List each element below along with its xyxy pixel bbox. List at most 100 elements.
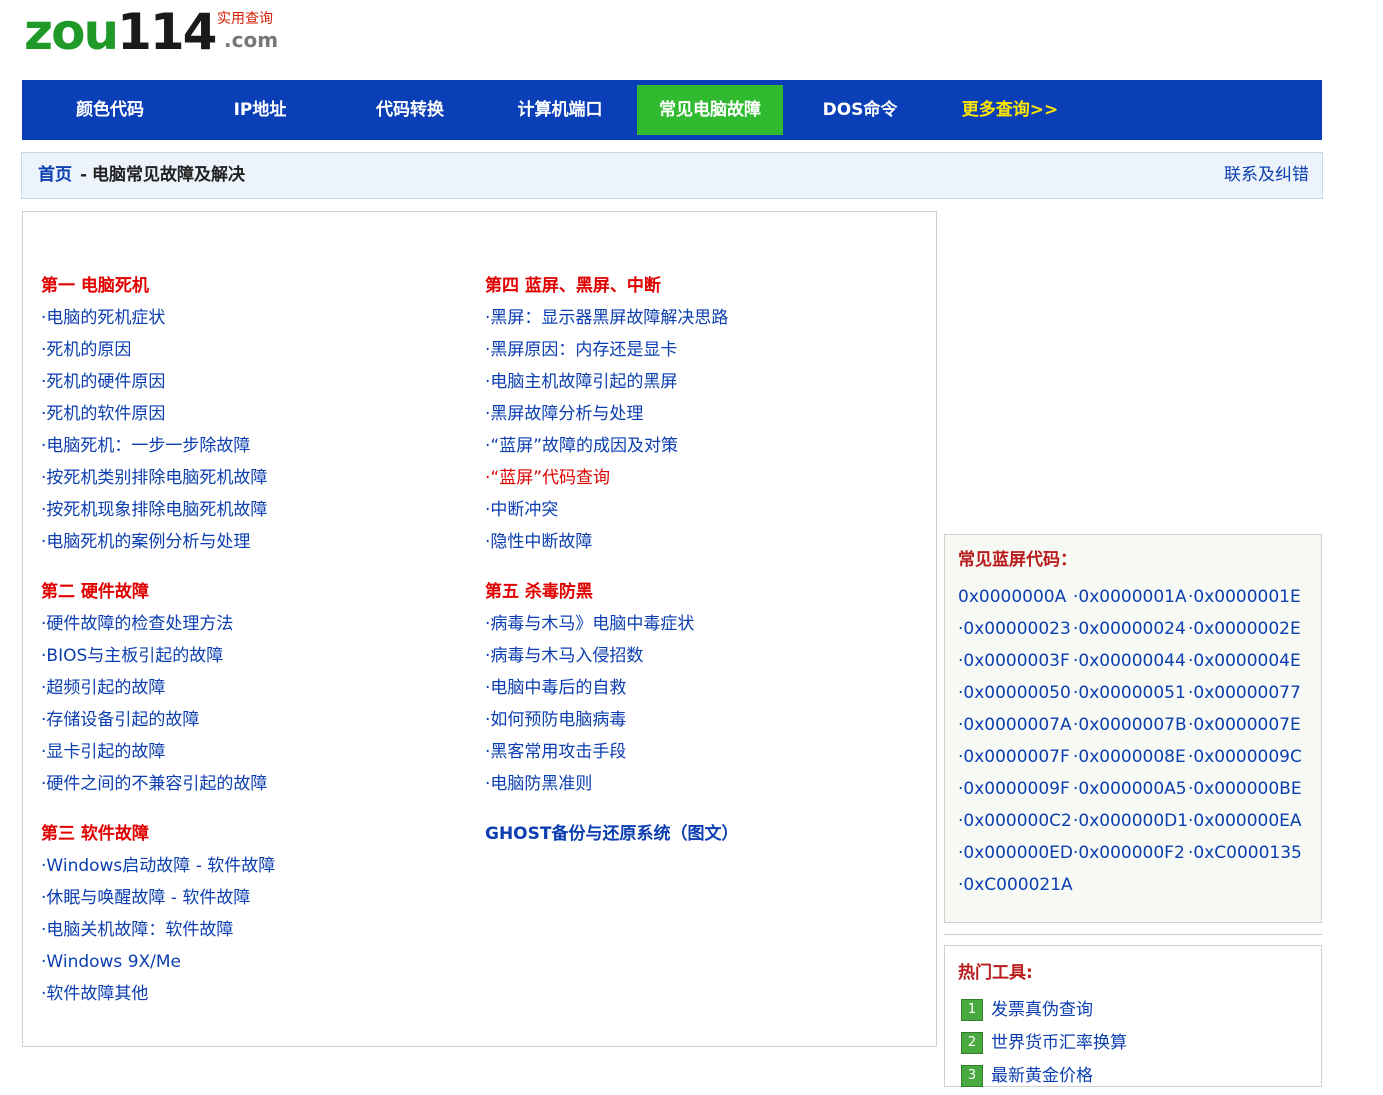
bluescreen-code-link[interactable]: ·0x0000001E (1188, 583, 1303, 615)
bluescreen-code-link[interactable]: ·0x00000077 (1188, 679, 1303, 711)
article-link[interactable]: ·病毒与木马入侵招数 (485, 642, 738, 674)
article-link[interactable]: ·电脑的死机症状 (41, 304, 275, 336)
bluescreen-codes-panel: 常见蓝屏代码： 0x0000000A ·0x0000001A ·0x0000001E… (944, 534, 1322, 923)
breadcrumb-current: 电脑常见故障及解决 (92, 165, 245, 185)
bluescreen-code-link[interactable]: ·0x0000007B (1073, 711, 1188, 743)
article-link[interactable]: ·BIOS与主板引起的故障 (41, 642, 275, 674)
article-link[interactable]: ·电脑死机：一步一步除故障 (41, 432, 275, 464)
bluescreen-code-link[interactable]: ·0x000000F2 (1073, 839, 1188, 871)
article-link[interactable]: ·硬件故障的检查处理方法 (41, 610, 275, 642)
nav-item-code-convert[interactable]: 代码转换 (337, 85, 483, 135)
article-link[interactable]: ·如何预防电脑病毒 (485, 706, 738, 738)
bluescreen-code-link[interactable]: ·0x00000024 (1073, 615, 1188, 647)
bluescreen-code-link[interactable]: ·0x00000044 (1073, 647, 1188, 679)
logo-part2: 114 (117, 3, 217, 61)
bluescreen-code-link[interactable]: ·0x000000C2 (958, 807, 1073, 839)
hot-tool-label: 世界货币汇率换算 (991, 1033, 1127, 1053)
section-title[interactable]: 第五 杀毒防黑 (485, 578, 738, 610)
section-title[interactable]: 第一 电脑死机 (41, 272, 275, 304)
article-link[interactable]: ·死机的原因 (41, 336, 275, 368)
article-link[interactable]: ·Windows启动故障 - 软件故障 (41, 852, 275, 884)
article-link[interactable]: ·显卡引起的故障 (41, 738, 275, 770)
divider (944, 934, 1322, 935)
bluescreen-code-link[interactable]: ·0x000000EA (1188, 807, 1303, 839)
bluescreen-code-link[interactable]: ·0x0000009F (958, 775, 1073, 807)
hot-tools-title: 热门工具: (958, 963, 1033, 983)
article-link[interactable]: ·Windows 9X/Me (41, 948, 275, 980)
bluescreen-code-link[interactable]: ·0x0000003F (958, 647, 1073, 679)
article-link[interactable]: ·按死机类别排除电脑死机故障 (41, 464, 275, 496)
section-title[interactable]: 第二 硬件故障 (41, 578, 275, 610)
hot-tool-label: 最新黄金价格 (991, 1066, 1093, 1086)
article-link[interactable]: ·按死机现象排除电脑死机故障 (41, 496, 275, 528)
bluescreen-code-link[interactable]: ·0x000000A5 (1073, 775, 1188, 807)
nav-item-more[interactable]: 更多查询>> (937, 85, 1083, 135)
left-column: 第一 电脑死机 ·电脑的死机症状 ·死机的原因 ·死机的硬件原因 ·死机的软件原… (41, 272, 275, 1012)
bluescreen-code-link[interactable]: ·0x0000007F (958, 743, 1073, 775)
article-link[interactable]: ·休眠与唤醒故障 - 软件故障 (41, 884, 275, 916)
article-link[interactable]: ·硬件之间的不兼容引起的故障 (41, 770, 275, 802)
bluescreen-panel-title: 常见蓝屏代码： (958, 550, 1077, 570)
contact-link[interactable]: 联系及纠错 (1224, 153, 1309, 198)
bluescreen-code-link[interactable]: ·0x0000008E (1073, 743, 1188, 775)
bluescreen-code-link[interactable]: ·0xC000021A (958, 871, 1073, 903)
bluescreen-code-link[interactable]: ·0x000000BE (1188, 775, 1303, 807)
article-link[interactable]: ·电脑关机故障：软件故障 (41, 916, 275, 948)
section-title[interactable]: 第三 软件故障 (41, 820, 275, 852)
number-badge-icon: 1 (961, 999, 983, 1021)
nav-item-dos[interactable]: DOS命令 (787, 85, 933, 135)
article-link[interactable]: ·黑客常用攻击手段 (485, 738, 738, 770)
breadcrumb-home-link[interactable]: 首页 (38, 153, 72, 198)
nav-item-pc-faults[interactable]: 常见电脑故障 (637, 85, 783, 135)
nav-item-ip[interactable]: IP地址 (187, 85, 333, 135)
article-link[interactable]: ·中断冲突 (485, 496, 738, 528)
logo-domain: .com (224, 28, 279, 52)
hot-tool-label: 发票真伪查询 (991, 1000, 1093, 1020)
bluescreen-code-link[interactable]: ·0xC0000135 (1188, 839, 1303, 871)
article-link[interactable]: ·“蓝屏”故障的成因及对策 (485, 432, 738, 464)
article-link[interactable]: ·电脑主机故障引起的黑屏 (485, 368, 738, 400)
bluescreen-code-link[interactable]: ·0x00000023 (958, 615, 1073, 647)
breadcrumb: 首页 - 电脑常见故障及解决 联系及纠错 (21, 152, 1323, 199)
nav-item-color-code[interactable]: 颜色代码 (37, 85, 183, 135)
article-link[interactable]: ·电脑中毒后的自救 (485, 674, 738, 706)
bluescreen-code-link[interactable]: ·0x0000007E (1188, 711, 1303, 743)
hot-tools-panel: 热门工具: 1 发票真伪查询 2 世界货币汇率换算 3 最新黄金价格 (944, 945, 1322, 1087)
logo-wordmark: zou114 (24, 2, 217, 62)
section-title[interactable]: 第四 蓝屏、黑屏、中断 (485, 272, 738, 304)
bluescreen-code-link[interactable]: ·0x0000009C (1188, 743, 1303, 775)
nav-item-ports[interactable]: 计算机端口 (487, 85, 633, 135)
bluescreen-code-link[interactable]: ·0x0000001A (1073, 583, 1188, 615)
main-content: 第一 电脑死机 ·电脑的死机症状 ·死机的原因 ·死机的硬件原因 ·死机的软件原… (22, 211, 937, 1047)
hot-tools-list: 1 发票真伪查询 2 世界货币汇率换算 3 最新黄金价格 (961, 996, 1127, 1095)
bluescreen-code-link[interactable]: ·0x0000007A (958, 711, 1073, 743)
hot-tool-item[interactable]: 1 发票真伪查询 (961, 996, 1127, 1029)
article-link[interactable]: ·死机的硬件原因 (41, 368, 275, 400)
article-link[interactable]: ·黑屏故障分析与处理 (485, 400, 738, 432)
site-logo[interactable]: zou114 实用查询 .com (24, 3, 284, 68)
article-link[interactable]: ·死机的软件原因 (41, 400, 275, 432)
logo-part1: zou (24, 3, 119, 61)
article-link-highlighted[interactable]: ·“蓝屏”代码查询 (485, 464, 738, 496)
bluescreen-code-link[interactable]: ·0x000000D1 (1073, 807, 1188, 839)
article-link[interactable]: ·黑屏原因：内存还是显卡 (485, 336, 738, 368)
bluescreen-code-link[interactable]: ·0x000000ED (958, 839, 1073, 871)
bluescreen-code-link[interactable]: ·0x00000050 (958, 679, 1073, 711)
article-link[interactable]: ·隐性中断故障 (485, 528, 738, 560)
bluescreen-code-link[interactable]: ·0x0000004E (1188, 647, 1303, 679)
article-link[interactable]: ·电脑防黑准则 (485, 770, 738, 802)
number-badge-icon: 2 (961, 1032, 983, 1054)
article-link[interactable]: ·病毒与木马》电脑中毒症状 (485, 610, 738, 642)
article-link[interactable]: ·超频引起的故障 (41, 674, 275, 706)
hot-tool-item[interactable]: 3 最新黄金价格 (961, 1062, 1127, 1095)
number-badge-icon: 3 (961, 1065, 983, 1087)
article-link[interactable]: ·黑屏：显示器黑屏故障解决思路 (485, 304, 738, 336)
bluescreen-code-link[interactable]: ·0x00000051 (1073, 679, 1188, 711)
bluescreen-code-link[interactable]: 0x0000000A (958, 583, 1073, 615)
ghost-section-link[interactable]: GHOST备份与还原系统（图文） (485, 820, 738, 852)
article-link[interactable]: ·软件故障其他 (41, 980, 275, 1012)
article-link[interactable]: ·电脑死机的案例分析与处理 (41, 528, 275, 560)
hot-tool-item[interactable]: 2 世界货币汇率换算 (961, 1029, 1127, 1062)
article-link[interactable]: ·存储设备引起的故障 (41, 706, 275, 738)
bluescreen-code-link[interactable]: ·0x0000002E (1188, 615, 1303, 647)
